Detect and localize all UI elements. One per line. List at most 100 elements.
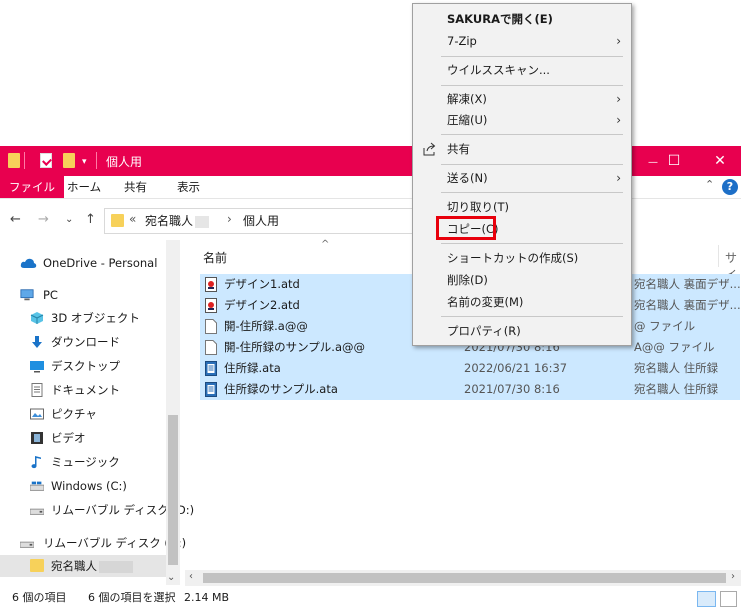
tab-share[interactable]: 共有 (115, 176, 156, 198)
help-icon[interactable]: ? (722, 179, 738, 195)
nav-item-videos[interactable]: ビデオ (0, 427, 166, 449)
breadcrumb-separator: › (227, 212, 232, 226)
cube-icon (30, 312, 44, 324)
maximize-button[interactable]: ☐ (651, 146, 697, 176)
nav-item-windows-c[interactable]: Windows (C:) (0, 475, 166, 497)
download-icon (32, 336, 42, 348)
menu-item-share[interactable]: 共有 (413, 138, 631, 160)
menu-item-rename[interactable]: 名前の変更(M) (413, 291, 631, 313)
ata-file-icon (205, 382, 217, 397)
file-date: 2021/07/30 8:16 (464, 382, 560, 396)
sort-ascending-icon: ^ (321, 239, 330, 250)
column-divider (718, 245, 719, 267)
nav-item-label: PC (43, 288, 58, 302)
menu-item-label: ショートカットの作成(S) (447, 251, 579, 265)
menu-separator (441, 316, 623, 317)
ata-file-icon (205, 361, 217, 376)
horizontal-scrollbar-thumb[interactable] (203, 573, 726, 583)
usb-drive-icon (30, 508, 44, 515)
nav-item-removable-d-1[interactable]: リムーバブル ディスク (D:) (0, 499, 194, 521)
redacted-mask (195, 215, 210, 228)
file-name: デザイン2.atd (224, 298, 300, 312)
nav-item-label: ダウンロード (51, 335, 120, 349)
nav-item-downloads[interactable]: ダウンロード (0, 331, 166, 353)
atd-file-icon (205, 277, 217, 292)
properties-icon[interactable] (40, 153, 52, 168)
tab-file[interactable]: ファイル (0, 176, 64, 198)
file-name: 住所録.ata (224, 361, 281, 375)
menu-item-compress[interactable]: 圧縮(U) › (413, 109, 631, 131)
scroll-left-icon[interactable]: ‹ (189, 571, 193, 582)
menu-item-open-sakura[interactable]: SAKURAで開く(E) (413, 8, 631, 30)
nav-item-atena[interactable]: 宛名職人 (0, 555, 166, 577)
breadcrumb-2[interactable]: 個人用 (243, 212, 279, 229)
file-row[interactable]: 住所録のサンプル.ata 2021/07/30 8:16 宛名職人 住所録 (200, 379, 740, 400)
file-row[interactable]: 住所録.ata 2022/06/21 16:37 宛名職人 住所録 (200, 358, 740, 379)
menu-item-7zip[interactable]: 7-Zip › (413, 30, 631, 52)
item-count: 6 個の項目 (12, 591, 67, 604)
nav-item-3d-objects[interactable]: 3D オブジェクト (0, 307, 166, 329)
nav-scrollbar-thumb[interactable] (168, 415, 178, 565)
cloud-icon (20, 258, 37, 268)
file-name: デザイン1.atd (224, 277, 300, 291)
back-button[interactable]: ← (10, 212, 21, 227)
desktop-icon (30, 361, 44, 373)
file-type: A@@ ファイル (634, 340, 715, 354)
nav-item-label: ビデオ (51, 431, 86, 445)
file-name: 開-住所録のサンプル.a@@ (224, 340, 366, 354)
file-type: 宛名職人 住所録 (634, 382, 719, 396)
details-view-icon[interactable] (697, 591, 716, 607)
column-name[interactable]: 名前 (203, 249, 227, 266)
blank-file-icon (205, 340, 217, 355)
menu-item-label: 7-Zip (447, 34, 477, 48)
tab-view[interactable]: 表示 (168, 176, 209, 198)
menu-item-virus-scan[interactable]: ウイルススキャン... (413, 59, 631, 81)
navigation-pane: OneDrive - Personal PC 3D オブジェクト ダウンロード … (0, 240, 194, 585)
nav-item-label: 宛名職人 (51, 559, 97, 573)
menu-separator (441, 164, 623, 165)
recent-locations-button[interactable]: ⌄ (65, 214, 73, 225)
new-folder-icon[interactable] (63, 153, 75, 168)
menu-separator (441, 56, 623, 57)
menu-item-create-shortcut[interactable]: ショートカットの作成(S) (413, 247, 631, 269)
close-button[interactable]: ✕ (697, 146, 741, 176)
nav-item-desktop[interactable]: デスクトップ (0, 355, 166, 377)
overflow-chevron[interactable]: « (129, 212, 136, 226)
file-type: 宛名職人 裏面デザ... (634, 298, 741, 312)
scroll-down-icon[interactable]: ⌄ (167, 572, 175, 583)
up-button[interactable]: ↑ (85, 212, 96, 227)
folder-icon (30, 559, 44, 572)
menu-item-properties[interactable]: プロパティ(R) (413, 320, 631, 342)
quick-access-dropdown-icon[interactable]: ▾ (82, 157, 87, 167)
nav-item-label: デスクトップ (51, 359, 120, 373)
menu-separator (441, 192, 623, 193)
file-type: @ ファイル (634, 319, 696, 333)
nav-item-pc[interactable]: PC (0, 284, 166, 306)
blank-file-icon (205, 319, 217, 334)
breadcrumb-1[interactable]: 宛名職人 (145, 212, 210, 229)
nav-item-music[interactable]: ミュージック (0, 451, 166, 473)
nav-item-pictures[interactable]: ピクチャ (0, 403, 166, 425)
menu-item-label: 圧縮(U) (447, 113, 488, 127)
ribbon-collapse-icon[interactable]: ⌃ (705, 178, 714, 191)
file-type: 宛名職人 住所録 (634, 361, 719, 375)
tab-home[interactable]: ホーム (58, 176, 110, 198)
usb-drive-icon (20, 541, 34, 548)
picture-icon (30, 408, 44, 420)
menu-item-cut[interactable]: 切り取り(T) (413, 196, 631, 218)
submenu-arrow-icon: › (616, 171, 621, 185)
music-icon (31, 456, 41, 469)
menu-item-delete[interactable]: 削除(D) (413, 269, 631, 291)
scroll-right-icon[interactable]: › (731, 571, 735, 582)
nav-item-documents[interactable]: ドキュメント (0, 379, 166, 401)
menu-item-extract[interactable]: 解凍(X) › (413, 88, 631, 110)
forward-button[interactable]: → (38, 212, 49, 227)
nav-item-label: Windows (C:) (51, 479, 127, 493)
nav-item-removable-d-2[interactable]: リムーバブル ディスク (D:) (0, 532, 186, 554)
document-icon (31, 383, 43, 397)
menu-item-send-to[interactable]: 送る(N) › (413, 167, 631, 189)
menu-item-label: 切り取り(T) (447, 200, 509, 214)
nav-item-onedrive[interactable]: OneDrive - Personal (0, 252, 166, 274)
tiles-view-icon[interactable] (720, 591, 737, 607)
selected-size: 2.14 MB (184, 591, 230, 604)
